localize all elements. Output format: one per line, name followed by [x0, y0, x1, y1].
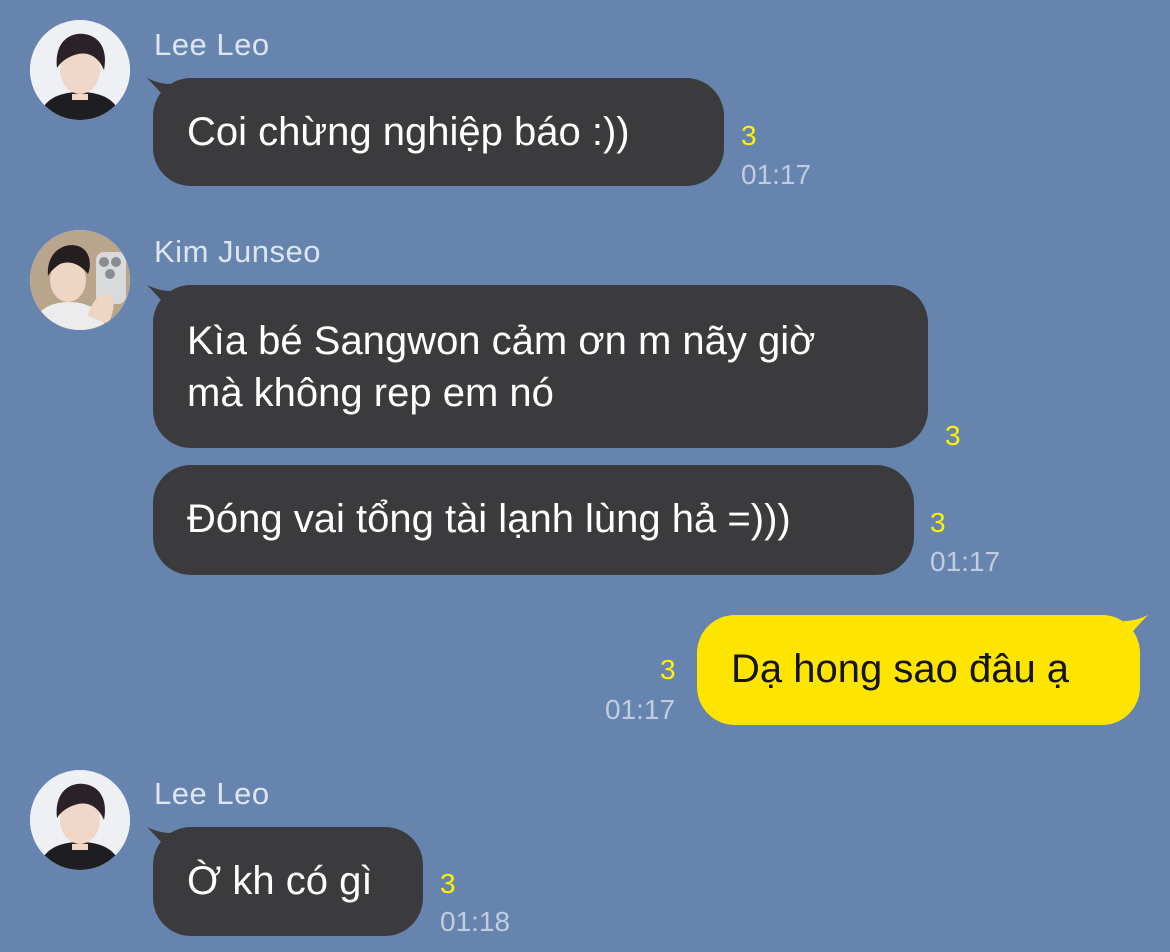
- message-time: 01:17: [930, 546, 1001, 577]
- sender-name: Kim Junseo: [154, 234, 321, 269]
- message-bubble[interactable]: Kìa bé Sangwon cảm ơn m nãy giờ mà không…: [153, 285, 928, 448]
- kim-junseo-avatar[interactable]: [30, 230, 130, 330]
- message-time: 01:17: [741, 159, 812, 190]
- unread-count: 3: [741, 120, 757, 151]
- unread-count: 3: [440, 868, 456, 899]
- message-bubble[interactable]: Coi chừng nghiệp báo :)): [153, 78, 724, 186]
- message-text: Ờ kh có gì: [187, 859, 373, 903]
- my-message-bubble[interactable]: Dạ hong sao đâu ạ: [697, 615, 1140, 725]
- message-bubble[interactable]: Đóng vai tổng tài lạnh lùng hả =))): [153, 465, 914, 575]
- sender-name: Lee Leo: [154, 27, 270, 62]
- lee-leo-avatar[interactable]: [30, 770, 130, 870]
- message-text: Dạ hong sao đâu ạ: [731, 647, 1070, 691]
- unread-count: 3: [660, 654, 676, 685]
- unread-count: 3: [945, 420, 961, 451]
- message-text: Coi chừng nghiệp báo :)): [187, 110, 630, 154]
- message-time: 01:18: [440, 906, 511, 937]
- message-text: Đóng vai tổng tài lạnh lùng hả =))): [187, 497, 791, 541]
- chat-view[interactable]: Lee Leo Coi chừng nghiệp báo :)) 3 01:17…: [0, 0, 1170, 952]
- sender-name: Lee Leo: [154, 776, 270, 811]
- message-text-line: mà không rep em nó: [187, 371, 554, 415]
- message-time: 01:17: [605, 694, 676, 725]
- lee-leo-avatar[interactable]: [30, 20, 130, 120]
- message-bubble[interactable]: Ờ kh có gì: [153, 827, 423, 936]
- unread-count: 3: [930, 507, 946, 538]
- message-text-line: Kìa bé Sangwon cảm ơn m nãy giờ: [187, 319, 816, 363]
- bubble-tail: [1124, 615, 1148, 641]
